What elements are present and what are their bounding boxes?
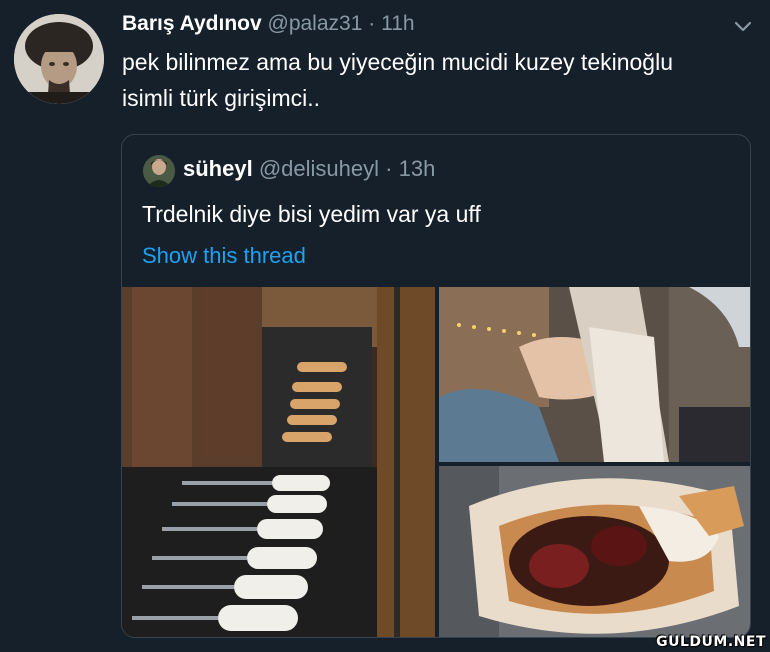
quoted-tweet-text: Trdelnik diye bisi yedim var ya uff [142,201,481,227]
chevron-down-icon[interactable] [731,14,755,38]
trdelnik-grill-photo[interactable] [122,287,435,637]
tweet-text: pek bilinmez ama bu yiyeceğin mucidi kuz… [122,49,674,111]
show-thread-link[interactable]: Show this thread [142,243,306,269]
quoted-author-avatar[interactable] [143,155,175,187]
watermark-text: GULDUM.NET [656,634,766,650]
quoted-header-separator: · [385,156,393,181]
quoted-tweet-header: süheyl @delisuheyl · 13h [183,156,435,182]
author-avatar[interactable] [14,14,104,104]
header-separator: · [368,12,376,35]
quoted-tweet-timestamp[interactable]: 13h [399,156,436,181]
quoted-tweet-card[interactable]: süheyl @delisuheyl · 13h Trdelnik diye b… [121,134,751,638]
tweet-header: Barış Aydınov @palaz31 · 11h [122,12,415,36]
tweet-timestamp[interactable]: 11h [381,12,414,35]
author-display-name[interactable]: Barış Aydınov [122,12,262,35]
author-handle[interactable]: @palaz31 [268,12,363,35]
trdelnik-closeup-photo[interactable] [439,466,750,637]
quoted-author-handle[interactable]: @delisuheyl [259,156,379,181]
trdelnik-hand-photo[interactable] [439,287,750,462]
quoted-author-display-name[interactable]: süheyl [183,156,253,181]
